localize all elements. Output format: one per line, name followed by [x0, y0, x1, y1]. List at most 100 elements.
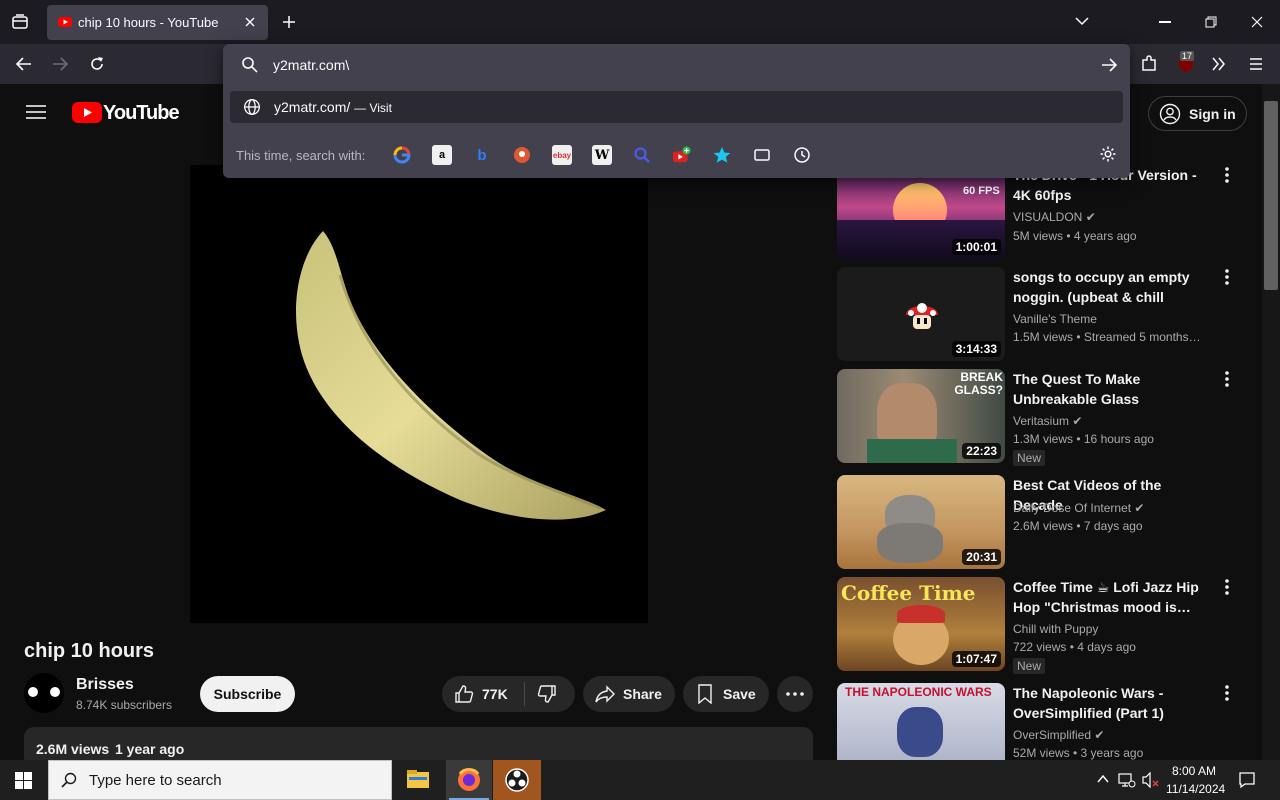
search-icon — [61, 772, 77, 788]
video-duration: 3:14:33 — [951, 341, 1001, 357]
subscribe-button[interactable]: Subscribe — [200, 676, 295, 712]
bing-engine-icon[interactable]: b — [472, 145, 492, 165]
more-vertical-icon[interactable] — [1223, 165, 1231, 185]
video-thumbnail: Coffee Time 1:07:47 — [837, 577, 1005, 671]
sign-in-label: Sign in — [1189, 106, 1236, 122]
volume-muted-icon[interactable] — [1142, 772, 1160, 788]
channel-name[interactable]: Brisses — [76, 676, 134, 694]
clock-time[interactable]: 8:00 AM — [1172, 764, 1216, 778]
scrollbar-thumb[interactable] — [1264, 101, 1278, 290]
recommendation-item[interactable]: Coffee Time 1:07:47 Coffee Time ☕ Lofi J… — [837, 577, 1245, 674]
recommendation-item[interactable]: 60 FPS 1:00:01 The Drive - 1 Hour Versio… — [837, 165, 1245, 259]
clock-date[interactable]: 11/14/2024 — [1166, 782, 1225, 796]
like-button[interactable]: 77K — [442, 676, 524, 712]
like-count: 77K — [482, 686, 508, 702]
restore-icon[interactable] — [1205, 16, 1217, 28]
guide-menu-icon[interactable] — [26, 104, 46, 120]
chip-video-frame — [296, 231, 606, 520]
save-label: Save — [723, 686, 756, 702]
wikipedia-engine-icon[interactable]: W — [592, 145, 612, 165]
dislike-button[interactable] — [525, 676, 575, 712]
more-vertical-icon[interactable] — [1223, 267, 1231, 287]
extensions-icon[interactable] — [1140, 55, 1158, 73]
url-input[interactable] — [273, 53, 1073, 77]
history-icon[interactable] — [792, 145, 812, 165]
bookmarks-icon[interactable] — [712, 145, 732, 165]
minimize-icon[interactable] — [1159, 21, 1171, 23]
new-tab-icon[interactable] — [282, 15, 296, 29]
recommendation-item[interactable]: THE NAPOLEONIC WARS The Napoleonic Wars … — [837, 683, 1245, 760]
show-hidden-icons-chevron-icon[interactable] — [1097, 774, 1109, 784]
back-icon[interactable] — [15, 56, 33, 72]
video-player[interactable] — [190, 165, 648, 623]
google-engine-icon[interactable] — [392, 145, 412, 165]
subscriber-count: 8.74K subscribers — [76, 698, 173, 712]
search-engine-icon[interactable] — [632, 145, 652, 165]
more-actions-button[interactable] — [777, 676, 813, 712]
reload-icon[interactable] — [88, 55, 106, 73]
youtube-favicon-icon — [58, 15, 72, 29]
thumbs-down-icon — [537, 684, 557, 704]
network-icon[interactable] — [1118, 772, 1136, 788]
youtube-engine-icon[interactable] — [672, 145, 692, 165]
duckduckgo-engine-icon[interactable] — [512, 145, 532, 165]
ebay-engine-icon[interactable]: ebay — [552, 145, 572, 165]
list-all-tabs-icon[interactable] — [1075, 16, 1089, 26]
video-title: Coffee Time ☕ Lofi Jazz Hip Hop "Christm… — [1013, 579, 1199, 615]
tab-title: chip 10 hours - YouTube — [78, 15, 219, 30]
search-settings-gear-icon[interactable] — [1099, 145, 1117, 163]
verified-icon: ✔ — [1094, 728, 1105, 742]
recommendation-item[interactable]: 3:14:33 songs to occupy an empty noggin.… — [837, 267, 1245, 361]
video-meta: 722 views • 4 days ago — [1013, 640, 1136, 654]
share-label: Share — [623, 686, 662, 702]
channel-name: Chill with Puppy — [1013, 622, 1099, 636]
more-vertical-icon[interactable] — [1223, 369, 1231, 389]
video-thumbnail: 60 FPS 1:00:01 — [837, 165, 1005, 259]
save-button[interactable]: Save — [683, 676, 769, 712]
taskbar-search-box[interactable]: Type here to search — [48, 760, 392, 800]
video-title: chip 10 hours — [24, 640, 155, 662]
video-thumbnail: BREAK GLASS? 22:23 — [837, 369, 1005, 463]
channel-avatar[interactable] — [24, 673, 64, 713]
new-badge: New — [1013, 658, 1046, 674]
globe-icon — [243, 98, 261, 116]
more-vertical-icon[interactable] — [1223, 683, 1231, 703]
close-window-icon[interactable] — [1251, 16, 1263, 28]
tab-close-icon[interactable] — [243, 15, 257, 29]
mushroom-icon — [904, 297, 940, 331]
share-button[interactable]: Share — [583, 676, 675, 712]
thumb-caption: Coffee Time — [841, 581, 976, 605]
search-icon — [241, 56, 259, 74]
video-meta: 2.6M views • 7 days ago — [1013, 519, 1143, 533]
go-arrow-icon[interactable] — [1100, 57, 1118, 73]
url-suggestion[interactable]: y2matr.com/ — Visit — [230, 91, 1123, 123]
new-badge: New — [1013, 450, 1046, 466]
thumb-caption: THE NAPOLEONIC WARS — [845, 685, 992, 699]
video-meta: 52M views • 3 years ago — [1013, 746, 1144, 760]
obs-taskbar-icon[interactable] — [493, 760, 541, 800]
windows-start-icon[interactable] — [15, 772, 32, 789]
channel-name: OverSimplified ✔ — [1013, 728, 1105, 742]
firefox-taskbar-icon[interactable] — [446, 760, 492, 800]
file-explorer-icon[interactable] — [398, 760, 438, 800]
video-meta: 1.3M views • 16 hours ago — [1013, 432, 1154, 446]
more-tools-icon[interactable] — [1212, 57, 1226, 71]
thumb-caption: BREAK GLASS? — [954, 370, 1003, 397]
forward-icon[interactable] — [51, 56, 69, 72]
video-title: The Napoleonic Wars - OverSimplified (Pa… — [1013, 685, 1164, 721]
video-duration: 22:23 — [962, 443, 1001, 459]
tab-list-icon[interactable] — [11, 13, 29, 31]
recommendation-item[interactable]: BREAK GLASS? 22:23 The Quest To Make Unb… — [837, 369, 1245, 466]
channel-name: Veritasium ✔ — [1013, 414, 1083, 428]
youtube-logo-text: YouTube — [103, 102, 180, 124]
more-vertical-icon[interactable] — [1223, 577, 1231, 597]
notifications-icon[interactable] — [1238, 771, 1256, 789]
amazon-engine-icon[interactable]: a — [432, 145, 452, 165]
sign-in-button[interactable]: Sign in — [1148, 96, 1247, 131]
youtube-logo[interactable]: YouTube — [72, 102, 180, 124]
recommendation-item[interactable]: 20:31 Best Cat Videos of the Decade Dail… — [837, 475, 1245, 569]
app-menu-icon[interactable] — [1249, 57, 1263, 71]
tabs-icon[interactable] — [752, 145, 772, 165]
tab-youtube[interactable]: chip 10 hours - YouTube — [47, 5, 268, 40]
thumb-caption: 60 FPS — [963, 185, 1000, 197]
